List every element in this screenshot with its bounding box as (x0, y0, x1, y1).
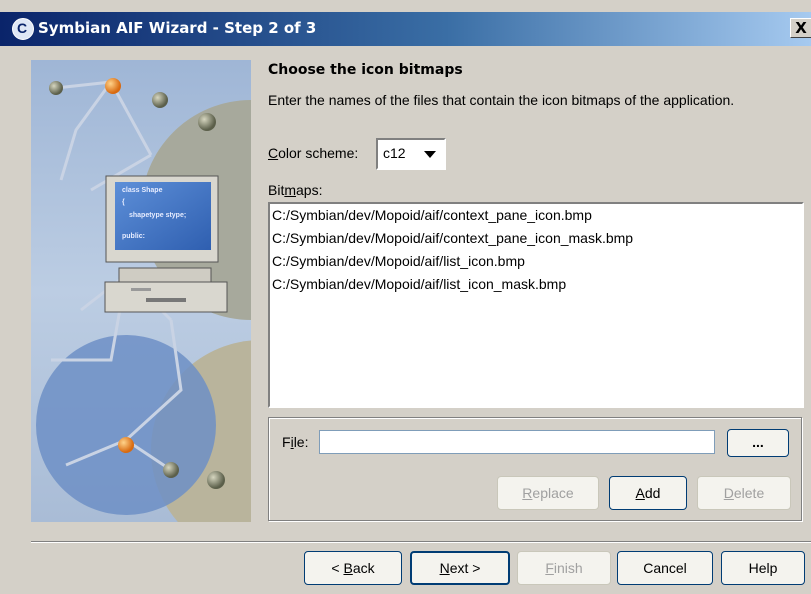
illustration-ball (198, 113, 216, 131)
bitmap-list-item[interactable]: C:/Symbian/dev/Mopoid/aif/list_icon.bmp (270, 250, 802, 273)
illustration-ball (152, 92, 168, 108)
bitmap-list-item[interactable]: C:/Symbian/dev/Mopoid/aif/context_pane_i… (270, 227, 802, 250)
page-description: Enter the names of the files that contai… (268, 92, 735, 108)
footer-separator (31, 541, 811, 543)
illustration-code-line: class Shape (122, 187, 163, 194)
title-bar[interactable]: Symbian AIF Wizard - Step 2 of 3 X (0, 12, 811, 46)
browse-button[interactable]: ... (727, 429, 789, 457)
app-icon (12, 18, 34, 40)
replace-button[interactable]: Replace (497, 476, 599, 510)
window-title: Symbian AIF Wizard - Step 2 of 3 (38, 19, 317, 37)
back-button[interactable]: < Back (304, 551, 402, 585)
cancel-button[interactable]: Cancel (617, 551, 713, 585)
dropdown-arrow-icon[interactable] (424, 151, 436, 158)
delete-button[interactable]: Delete (697, 476, 791, 510)
close-button[interactable]: X (790, 18, 811, 38)
bitmap-list-item[interactable]: C:/Symbian/dev/Mopoid/aif/list_icon_mask… (270, 273, 802, 296)
bitmap-list-item[interactable]: C:/Symbian/dev/Mopoid/aif/context_pane_i… (270, 204, 802, 227)
illustration-blue-sphere (36, 335, 216, 515)
color-scheme-select[interactable]: c12 (376, 138, 446, 170)
bitmaps-label: Bitmaps: (268, 182, 323, 198)
finish-button[interactable]: Finish (517, 551, 611, 585)
illustration-code-line: { (122, 199, 125, 206)
color-scheme-value: c12 (383, 145, 406, 161)
file-group: File: ... Replace Add Delete (268, 417, 802, 521)
illustration-ball (118, 437, 134, 453)
help-button[interactable]: Help (721, 551, 805, 585)
illustration-ball (163, 462, 179, 478)
file-input[interactable] (319, 430, 715, 454)
color-scheme-label: Color scheme: (268, 145, 359, 161)
add-button[interactable]: Add (609, 476, 687, 510)
close-icon: X (795, 19, 807, 37)
illustration-code-line: public: (122, 233, 145, 240)
illustration-computer (104, 175, 228, 313)
illustration-ball (207, 471, 225, 489)
illustration-ball (105, 78, 121, 94)
bitmaps-list[interactable]: C:/Symbian/dev/Mopoid/aif/context_pane_i… (268, 202, 804, 408)
illustration-ball (49, 81, 63, 95)
illustration-code-line: shapetype stype; (129, 212, 186, 219)
next-button[interactable]: Next > (410, 551, 510, 585)
page-heading: Choose the icon bitmaps (268, 62, 463, 78)
file-label: File: (282, 434, 309, 450)
wizard-dialog: Symbian AIF Wizard - Step 2 of 3 X (0, 0, 811, 594)
wizard-illustration: class Shape { shapetype stype; public: (31, 60, 251, 522)
